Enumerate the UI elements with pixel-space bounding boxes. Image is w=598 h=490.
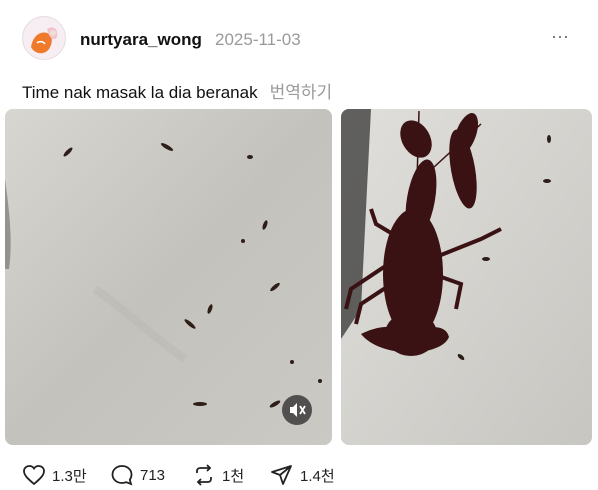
post-caption: Time nak masak la dia beranak 번역하기 — [22, 78, 332, 103]
username[interactable]: nurtyara_wong — [80, 30, 202, 50]
share-count: 1.4천 — [300, 467, 335, 485]
avatar-image — [23, 17, 65, 59]
avatar[interactable] — [22, 16, 66, 60]
like-button[interactable]: 1.3만 — [22, 462, 87, 488]
crayfish-image — [341, 109, 592, 445]
heart-icon — [23, 465, 45, 486]
share-button[interactable]: 1.4천 — [270, 462, 335, 488]
send-icon — [271, 465, 292, 485]
speaker-muted-icon — [290, 403, 306, 417]
post-date: 2025-11-03 — [215, 30, 301, 49]
comment-bubble-icon — [111, 465, 133, 486]
media-video[interactable] — [5, 109, 332, 445]
repost-icon — [196, 464, 212, 486]
more-options-icon[interactable]: ··· — [548, 26, 572, 46]
mute-button[interactable] — [282, 395, 312, 425]
comment-button[interactable]: 713 — [110, 462, 165, 488]
comment-count: 713 — [140, 466, 166, 484]
like-count: 1.3만 — [52, 467, 87, 485]
action-bar: 1.3만 713 1천 1.4천 — [22, 462, 582, 488]
caption-text: Time nak masak la dia beranak — [22, 83, 258, 102]
translate-link[interactable]: 번역하기 — [270, 83, 333, 102]
repost-button[interactable]: 1천 — [192, 462, 244, 488]
media-photo[interactable] — [341, 109, 592, 445]
post-header: nurtyara_wong 2025-11-03 ··· — [22, 16, 582, 60]
repost-count: 1천 — [222, 467, 245, 485]
